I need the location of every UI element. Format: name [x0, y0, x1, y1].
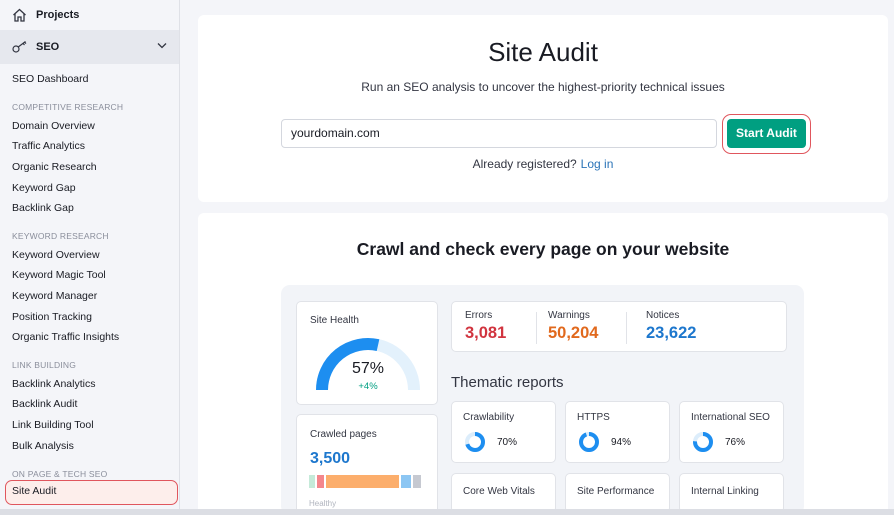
sidebar-item-keyword-gap[interactable]: Keyword Gap	[12, 180, 76, 196]
thematic-label: International SEO	[691, 412, 770, 423]
sidebar-item-backlink-audit[interactable]: Backlink Audit	[12, 396, 77, 412]
thematic-label: Crawlability	[463, 412, 515, 423]
sidebar-item-keyword-manager[interactable]: Keyword Manager	[12, 288, 97, 304]
sidebar-section-title: COMPETITIVE RESEARCH	[12, 102, 124, 112]
chevron-down-icon[interactable]	[157, 42, 167, 49]
thematic-card-core-web-vitals[interactable]: Core Web Vitals	[451, 473, 556, 513]
sidebar-item-link-building-tool[interactable]: Link Building Tool	[12, 417, 94, 433]
stat-value: 23,622	[646, 324, 697, 342]
sidebar-item-label: Site Audit	[12, 485, 57, 497]
stat-label: Errors	[465, 310, 493, 321]
bottom-scrollbar	[0, 509, 894, 515]
sidebar-section-title: KEYWORD RESEARCH	[12, 231, 109, 241]
page-subtitle: Run an SEO analysis to uncover the highe…	[361, 80, 725, 94]
dashboard-preview: Site Health 57% +4% Crawled pages 3,500 …	[281, 285, 804, 515]
stat-errors: Errors 3,081	[465, 310, 506, 343]
stat-label: Warnings	[548, 310, 590, 321]
thematic-card-site-performance[interactable]: Site Performance	[565, 473, 670, 513]
thematic-label: Core Web Vitals	[463, 486, 535, 497]
thematic-card-https[interactable]: HTTPS 94%	[565, 401, 670, 463]
sidebar-item-traffic-analytics[interactable]: Traffic Analytics	[12, 138, 85, 154]
thematic-label: HTTPS	[577, 412, 610, 423]
sidebar-item-domain-overview[interactable]: Domain Overview	[12, 118, 95, 134]
start-audit-button[interactable]: Start Audit	[727, 119, 806, 148]
thematic-value: 70%	[497, 437, 518, 448]
already-registered-text: Already registered?	[472, 157, 577, 171]
thematic-card-crawlability[interactable]: Crawlability 70%	[451, 401, 556, 463]
thematic-value: 76%	[725, 437, 746, 448]
divider	[536, 312, 537, 344]
sidebar-item-bulk-analysis[interactable]: Bulk Analysis	[12, 438, 74, 454]
sidebar-item-keyword-magic-tool[interactable]: Keyword Magic Tool	[12, 267, 106, 283]
sidebar-item-position-tracking[interactable]: Position Tracking	[12, 309, 92, 325]
sidebar-item-organic-research[interactable]: Organic Research	[12, 159, 97, 175]
already-registered-line: Already registered? Log in	[198, 157, 888, 171]
sidebar-item-site-audit[interactable]: Site Audit	[5, 480, 178, 505]
domain-input[interactable]: yourdomain.com	[281, 119, 717, 148]
crawl-heading: Crawl and check every page on your websi…	[356, 239, 730, 259]
stat-value: 50,204	[548, 324, 599, 342]
issues-stats-card: Errors 3,081 Warnings 50,204 Notices 23,…	[451, 301, 787, 352]
site-audit-card: Site Audit Run an SEO analysis to uncove…	[198, 15, 888, 202]
home-icon	[13, 8, 26, 22]
crawled-pages-card: Crawled pages 3,500 Healthy	[296, 414, 438, 514]
divider	[626, 312, 627, 344]
crawled-pages-label: Crawled pages	[310, 429, 377, 440]
crawled-pages-value: 3,500	[310, 450, 351, 467]
site-health-value: 57%	[351, 360, 385, 377]
donut-icon	[693, 432, 713, 452]
site-health-delta: +4%	[358, 381, 378, 392]
stat-label: Notices	[646, 310, 680, 321]
site-health-label: Site Health	[310, 315, 359, 326]
sidebar-item-label: SEO	[36, 41, 60, 53]
crawl-preview-card: Crawl and check every page on your websi…	[198, 213, 888, 515]
thematic-value: 94%	[611, 437, 632, 448]
sidebar-item-organic-traffic-insights[interactable]: Organic Traffic Insights	[12, 329, 119, 345]
sidebar-section-seo[interactable]: SEO	[0, 30, 179, 64]
sidebar: Projects SEO SEO Dashboard COMPETITIVE R…	[0, 0, 180, 515]
sidebar-item-label: Projects	[36, 8, 80, 21]
page-title: Site Audit	[488, 37, 598, 67]
sidebar-section-title: ON PAGE & TECH SEO	[12, 469, 108, 479]
thematic-card-international-seo[interactable]: International SEO 76%	[679, 401, 784, 463]
thematic-card-internal-linking[interactable]: Internal Linking	[679, 473, 784, 513]
donut-icon	[579, 432, 599, 452]
key-icon	[12, 41, 27, 53]
crawled-pages-legend: Healthy	[309, 499, 337, 508]
sidebar-item-backlink-gap[interactable]: Backlink Gap	[12, 200, 74, 216]
login-link[interactable]: Log in	[581, 157, 614, 171]
crawled-pages-bar	[309, 475, 427, 488]
thematic-label: Site Performance	[577, 486, 655, 497]
thematic-label: Internal Linking	[691, 486, 759, 497]
sidebar-section-title: LINK BUILDING	[12, 360, 77, 370]
site-health-card: Site Health 57% +4%	[296, 301, 438, 405]
sidebar-item-keyword-overview[interactable]: Keyword Overview	[12, 247, 100, 263]
stat-notices: Notices 23,622	[646, 310, 696, 343]
sidebar-item-seo-dashboard[interactable]: SEO Dashboard	[12, 71, 88, 87]
stat-value: 3,081	[465, 324, 507, 342]
donut-icon	[465, 432, 485, 452]
sidebar-item-projects[interactable]: Projects	[0, 0, 179, 29]
sidebar-item-backlink-analytics[interactable]: Backlink Analytics	[12, 376, 95, 392]
stat-warnings: Warnings 50,204	[548, 310, 598, 343]
thematic-reports-title: Thematic reports	[451, 374, 564, 391]
